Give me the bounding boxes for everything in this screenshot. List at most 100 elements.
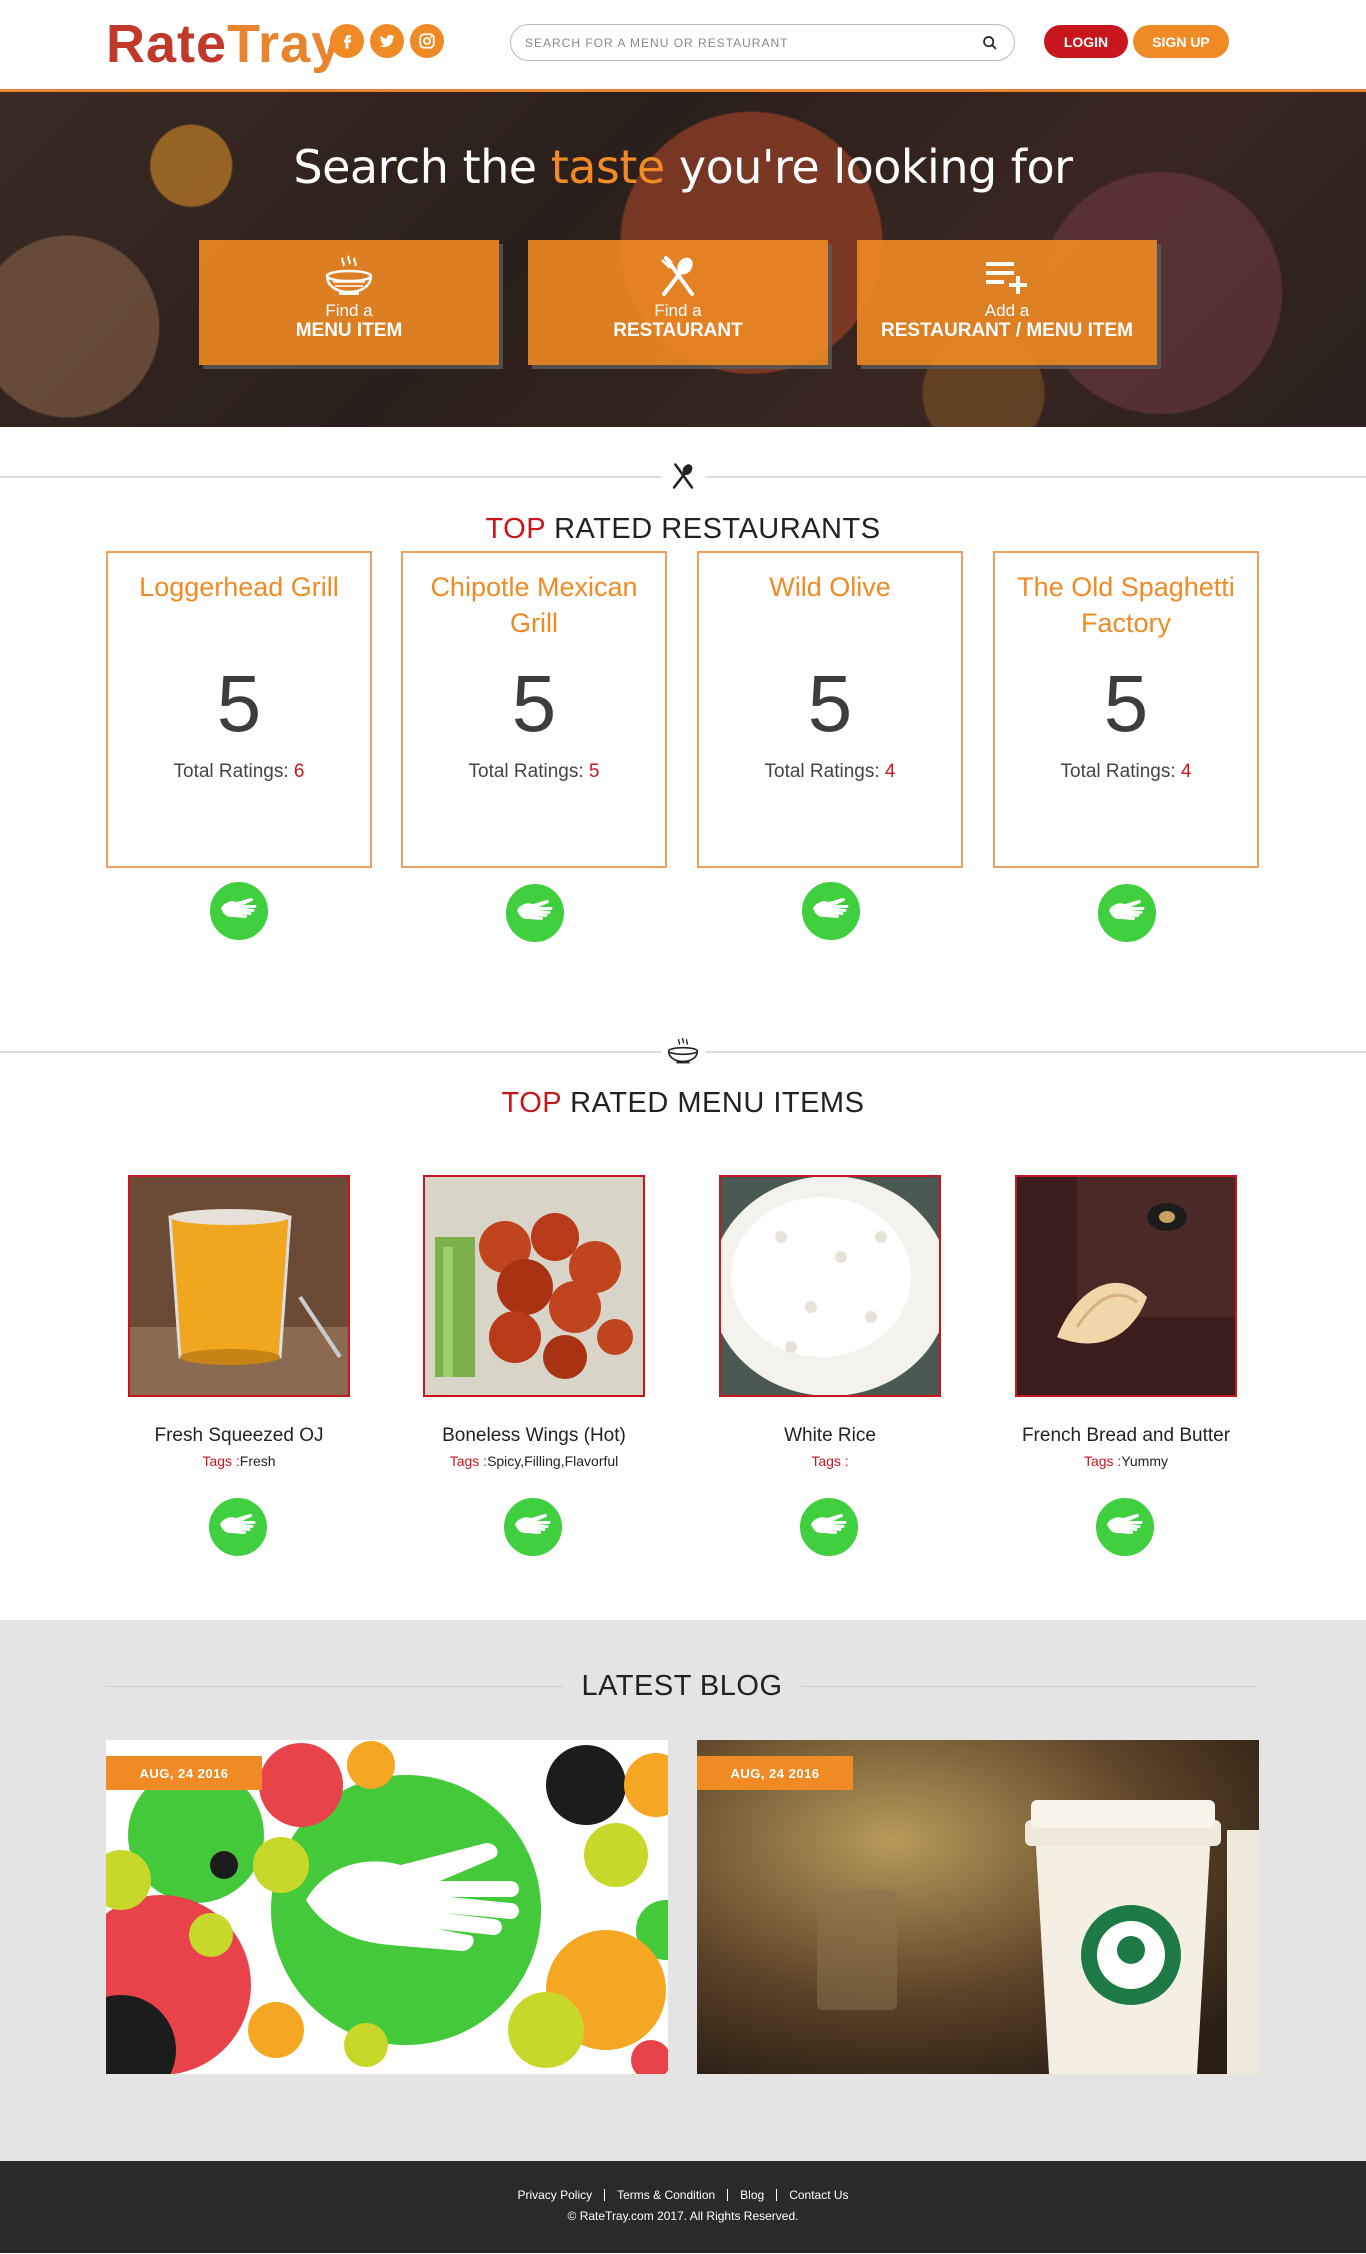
menu-item-name[interactable]: Boneless Wings (Hot) xyxy=(401,1425,667,1447)
footer-link-blog[interactable]: Blog xyxy=(728,2189,778,2201)
footer-link-privacy[interactable]: Privacy Policy xyxy=(505,2189,606,2201)
find-menu-item-button[interactable]: Find a MENU ITEM xyxy=(199,240,499,365)
rate-handshake-button[interactable] xyxy=(798,1496,860,1558)
restaurant-card[interactable]: The Old Spaghetti Factory 5 Total Rating… xyxy=(993,551,1259,868)
restaurant-name[interactable]: Loggerhead Grill xyxy=(108,569,370,641)
total-label: Total Ratings: xyxy=(468,761,589,782)
rate-handshake-button[interactable] xyxy=(502,1496,564,1558)
menu-item-tags: Tags :Yummy xyxy=(993,1453,1259,1469)
find-menu-item-small: Find a xyxy=(325,301,373,320)
section-divider xyxy=(0,458,1366,494)
restaurant-score: 5 xyxy=(1103,659,1149,748)
restaurant-card[interactable]: Loggerhead Grill 5 Total Ratings: 6 xyxy=(106,551,372,868)
rate-handshake-button[interactable] xyxy=(208,880,270,942)
add-item-small: Add a xyxy=(984,301,1030,320)
site-footer: Privacy Policy Terms & Condition Blog Co… xyxy=(0,2161,1366,2253)
total-label: Total Ratings: xyxy=(173,761,294,782)
latest-blog-section: LATEST BLOG AUG, 24 2016 AUG, 24 2016 xyxy=(0,1620,1366,2161)
top-menu-items-section: TOP RATED MENU ITEMS Fresh Squeezed OJ T… xyxy=(0,1033,1366,1620)
copyright-text: © RateTray.com 2017. All Rights Reserved… xyxy=(567,2209,799,2223)
restaurant-card[interactable]: Chipotle Mexican Grill 5 Total Ratings: … xyxy=(401,551,667,868)
section-divider xyxy=(0,1033,1366,1069)
search-input[interactable] xyxy=(525,35,980,50)
blog-post-card[interactable]: AUG, 24 2016 xyxy=(106,1740,668,2074)
menu-item-photo[interactable] xyxy=(1015,1175,1237,1397)
rate-handshake-button[interactable] xyxy=(504,882,566,944)
restaurant-card[interactable]: Wild Olive 5 Total Ratings: 4 xyxy=(697,551,963,868)
restaurant-total-ratings: Total Ratings: 4 xyxy=(699,761,961,783)
menu-item-photo[interactable] xyxy=(423,1175,645,1397)
handshake-icon xyxy=(515,896,555,931)
menu-item-card[interactable]: French Bread and Butter Tags :Yummy xyxy=(993,1175,1259,1469)
find-restaurant-label: RESTAURANT xyxy=(613,320,743,341)
restaurant-total-ratings: Total Ratings: 4 xyxy=(995,761,1257,783)
restaurant-total-ratings: Total Ratings: 6 xyxy=(108,761,370,783)
search-icon[interactable] xyxy=(980,33,1000,53)
restaurant-name[interactable]: Wild Olive xyxy=(699,569,961,641)
handshake-icon xyxy=(1107,896,1147,931)
restaurant-name[interactable]: Chipotle Mexican Grill xyxy=(403,569,665,641)
find-restaurant-small: Find a xyxy=(654,301,702,320)
restaurant-score: 5 xyxy=(216,659,262,748)
total-count: 5 xyxy=(588,761,600,782)
restaurant-score: 5 xyxy=(807,659,853,748)
hero-banner: Search the taste you're looking for Find… xyxy=(0,92,1366,427)
handshake-icon xyxy=(811,894,851,929)
restaurant-name[interactable]: The Old Spaghetti Factory xyxy=(995,569,1257,641)
total-count: 4 xyxy=(884,761,896,782)
signup-button[interactable]: SIGN UP xyxy=(1133,25,1229,58)
top-restaurants-title: TOP RATED RESTAURANTS xyxy=(0,513,1366,546)
ratetray-logo[interactable]: RateTray xyxy=(106,14,342,74)
menu-item-photo[interactable] xyxy=(719,1175,941,1397)
bowl-icon xyxy=(199,254,499,298)
add-restaurant-menu-item-button[interactable]: Add a RESTAURANT / MENU ITEM xyxy=(857,240,1157,365)
menu-item-card[interactable]: Boneless Wings (Hot) Tags :Spicy,Filling… xyxy=(401,1175,667,1469)
menu-item-name[interactable]: White Rice xyxy=(697,1425,963,1447)
menu-item-card[interactable]: White Rice Tags : xyxy=(697,1175,963,1469)
handshake-icon xyxy=(513,1510,553,1545)
blog-post-image xyxy=(697,1740,1259,2074)
search-bar xyxy=(510,24,1015,61)
footer-link-terms[interactable]: Terms & Condition xyxy=(605,2189,729,2201)
heading-line xyxy=(106,1686,564,1687)
top-menu-items-title: TOP RATED MENU ITEMS xyxy=(0,1087,1366,1120)
tags-label: Tags : xyxy=(1083,1453,1122,1469)
total-label: Total Ratings: xyxy=(764,761,885,782)
total-count: 4 xyxy=(1180,761,1192,782)
menu-item-photo[interactable] xyxy=(128,1175,350,1397)
restaurant-total-ratings: Total Ratings: 5 xyxy=(403,761,665,783)
title-rest-words: RATED MENU ITEMS xyxy=(561,1087,865,1119)
handshake-icon xyxy=(809,1510,849,1545)
blog-post-card[interactable]: AUG, 24 2016 xyxy=(697,1740,1259,2074)
instagram-icon[interactable] xyxy=(410,24,444,58)
tags-label: Tags : xyxy=(202,1453,240,1469)
tags-label: Tags : xyxy=(449,1453,488,1469)
rate-handshake-button[interactable] xyxy=(1096,882,1158,944)
login-button[interactable]: LOGIN xyxy=(1044,25,1128,58)
menu-item-tags: Tags :Fresh xyxy=(106,1453,372,1469)
rate-handshake-button[interactable] xyxy=(207,1496,269,1558)
footer-links: Privacy Policy Terms & Condition Blog Co… xyxy=(0,2189,1366,2201)
menu-item-tags: Tags : xyxy=(697,1453,963,1469)
tags-value: Fresh xyxy=(239,1453,276,1469)
footer-link-contact[interactable]: Contact Us xyxy=(777,2189,860,2201)
rate-handshake-button[interactable] xyxy=(800,880,862,942)
title-rest-words: RATED RESTAURANTS xyxy=(545,513,881,545)
menu-item-tags: Tags :Spicy,Filling,Flavorful xyxy=(401,1453,667,1469)
twitter-icon[interactable] xyxy=(370,24,404,58)
menu-item-name[interactable]: Fresh Squeezed OJ xyxy=(106,1425,372,1447)
hero-title-part2: you're looking for xyxy=(664,140,1073,194)
latest-blog-heading: LATEST BLOG xyxy=(106,1670,1258,1703)
menu-item-name[interactable]: French Bread and Butter xyxy=(993,1425,1259,1447)
add-item-label: RESTAURANT / MENU ITEM xyxy=(881,320,1133,341)
restaurant-score: 5 xyxy=(511,659,557,748)
hero-title: Search the taste you're looking for xyxy=(0,140,1366,194)
title-top-word: TOP xyxy=(501,1087,562,1119)
hero-title-part1: Search the xyxy=(293,140,551,194)
facebook-icon[interactable] xyxy=(330,24,364,58)
handshake-icon xyxy=(219,894,259,929)
rate-handshake-button[interactable] xyxy=(1094,1496,1156,1558)
tags-value: Spicy,Filling,Flavorful xyxy=(487,1453,619,1469)
menu-item-card[interactable]: Fresh Squeezed OJ Tags :Fresh xyxy=(106,1175,372,1469)
find-restaurant-button[interactable]: Find a RESTAURANT xyxy=(528,240,828,365)
